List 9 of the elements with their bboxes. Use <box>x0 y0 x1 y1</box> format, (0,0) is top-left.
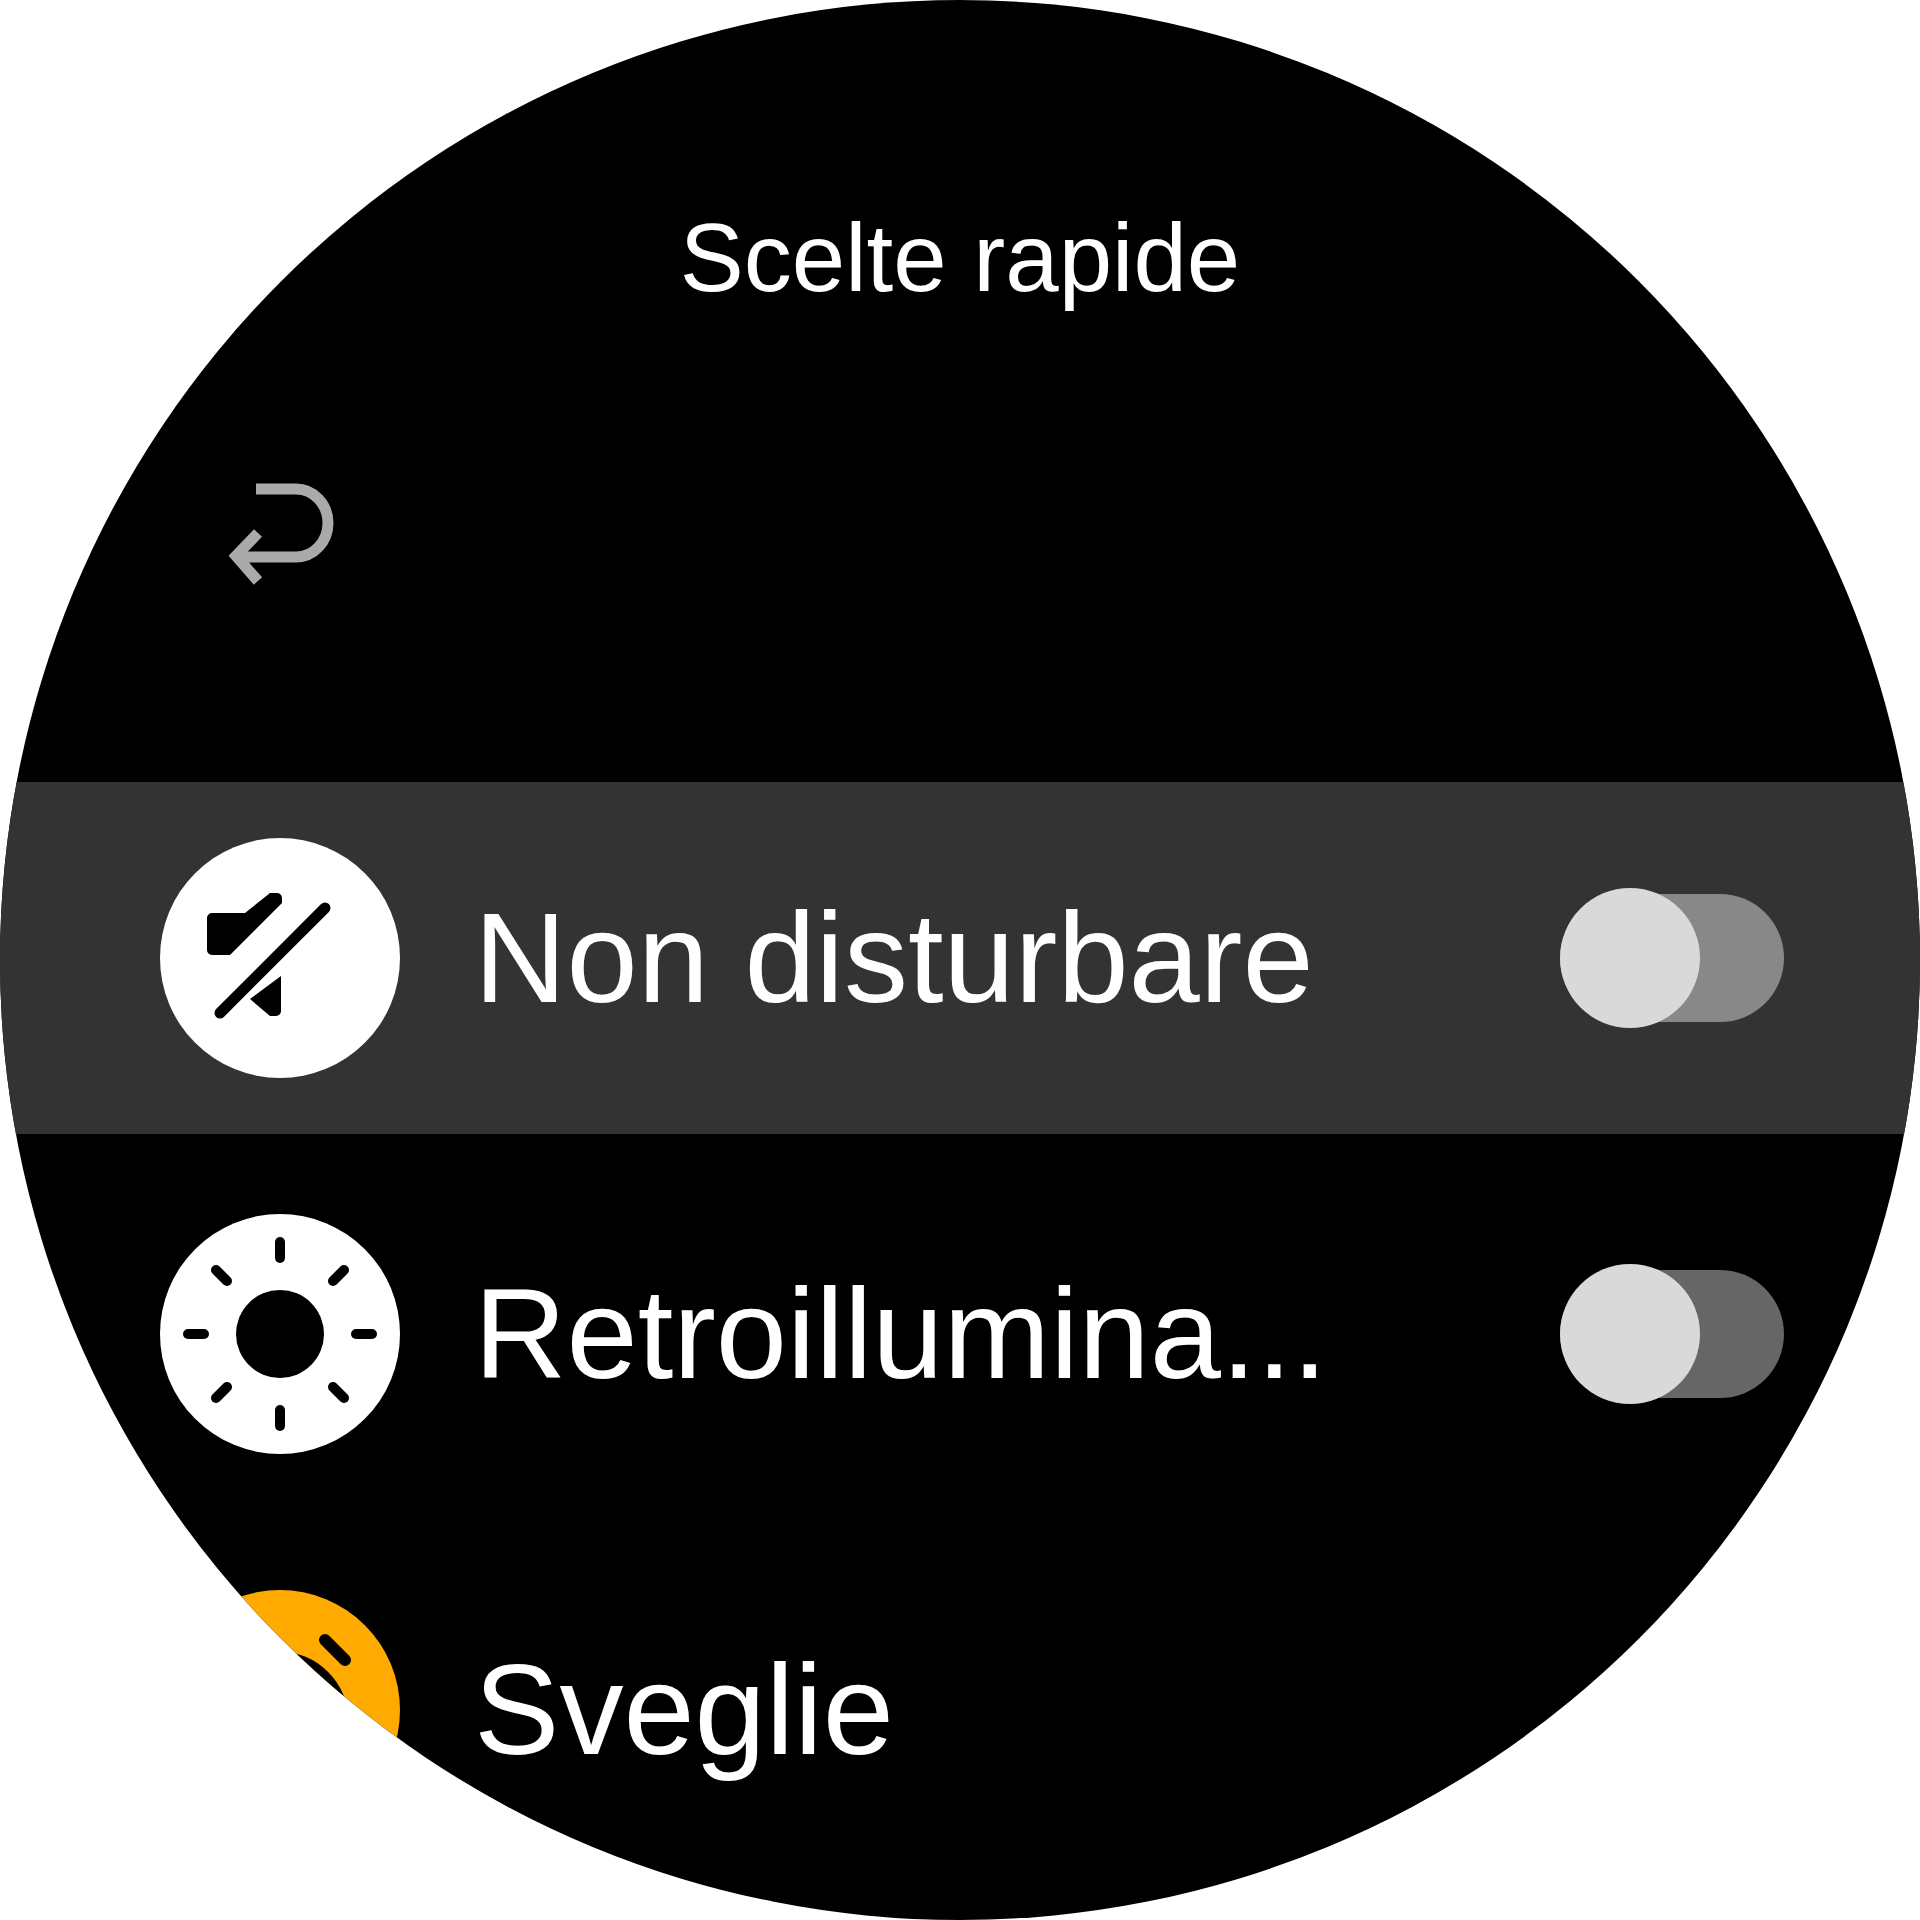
screen-title: Scelte rapide <box>679 203 1241 313</box>
menu-item[interactable]: Non disturbare <box>0 782 1920 1134</box>
menu-label: Sveglie <box>474 1637 894 1783</box>
menu-label: Non disturbare <box>474 885 1314 1031</box>
menu-item[interactable]: Sveglie <box>0 1534 1920 1886</box>
toggle-switch[interactable] <box>1560 888 1784 1028</box>
menu-label: Retroillumina... <box>474 1261 1328 1407</box>
toggle-switch[interactable] <box>1560 1264 1784 1404</box>
menu-item[interactable]: Retroillumina... <box>0 1158 1920 1510</box>
